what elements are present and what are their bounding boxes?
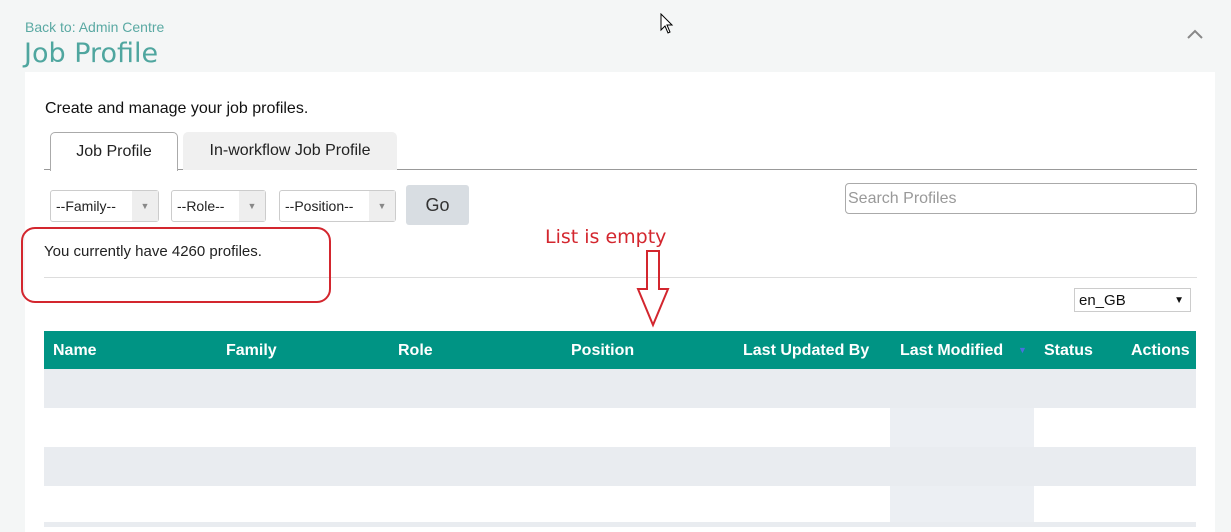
table-header: Name Family Role Position Last Updated B…: [44, 331, 1196, 369]
column-header-role[interactable]: Role: [398, 342, 433, 360]
empty-table-row: [44, 408, 1196, 447]
position-select-value: --Position--: [285, 198, 354, 214]
search-profiles-input[interactable]: [845, 183, 1197, 214]
sort-descending-icon[interactable]: ▼: [1018, 345, 1027, 355]
chevron-down-icon: ▼: [369, 191, 395, 221]
role-select[interactable]: --Role-- ▼: [171, 190, 266, 222]
tab-in-workflow-job-profile[interactable]: In-workflow Job Profile: [183, 132, 397, 170]
family-select[interactable]: --Family-- ▼: [50, 190, 159, 222]
go-button[interactable]: Go: [406, 185, 469, 225]
collapse-chevron-icon[interactable]: [1186, 24, 1206, 44]
chevron-down-icon: ▼: [132, 191, 158, 221]
role-select-value: --Role--: [177, 198, 225, 214]
locale-select[interactable]: en_GB ▼: [1074, 288, 1191, 312]
empty-table-row: [44, 486, 1196, 525]
annotation-highlight-box: [21, 227, 331, 303]
column-header-last-modified[interactable]: Last Modified: [900, 342, 1003, 360]
position-select[interactable]: --Position-- ▼: [279, 190, 396, 222]
tab-job-profile[interactable]: Job Profile: [50, 132, 178, 171]
locale-value: en_GB: [1079, 291, 1126, 309]
column-header-name[interactable]: Name: [53, 342, 97, 360]
back-to-admin-centre-link[interactable]: Back to: Admin Centre: [25, 19, 164, 35]
chevron-down-icon: ▼: [239, 191, 265, 221]
empty-table-row: [44, 522, 1196, 527]
empty-table-row: [44, 447, 1196, 486]
page-title: Job Profile: [24, 38, 159, 69]
column-header-actions: Actions: [1131, 342, 1190, 359]
annotation-down-arrow-icon: [636, 250, 670, 328]
mouse-cursor-icon: [660, 13, 674, 34]
column-header-family[interactable]: Family: [226, 342, 277, 360]
family-select-value: --Family--: [56, 198, 116, 214]
page-description: Create and manage your job profiles.: [45, 100, 309, 117]
annotation-text: List is empty: [545, 226, 667, 248]
chevron-down-icon: ▼: [1174, 294, 1184, 306]
column-header-last-updated-by[interactable]: Last Updated By: [743, 342, 869, 360]
column-header-position[interactable]: Position: [571, 342, 634, 360]
column-header-status[interactable]: Status: [1044, 342, 1093, 360]
empty-table-row: [44, 369, 1196, 408]
